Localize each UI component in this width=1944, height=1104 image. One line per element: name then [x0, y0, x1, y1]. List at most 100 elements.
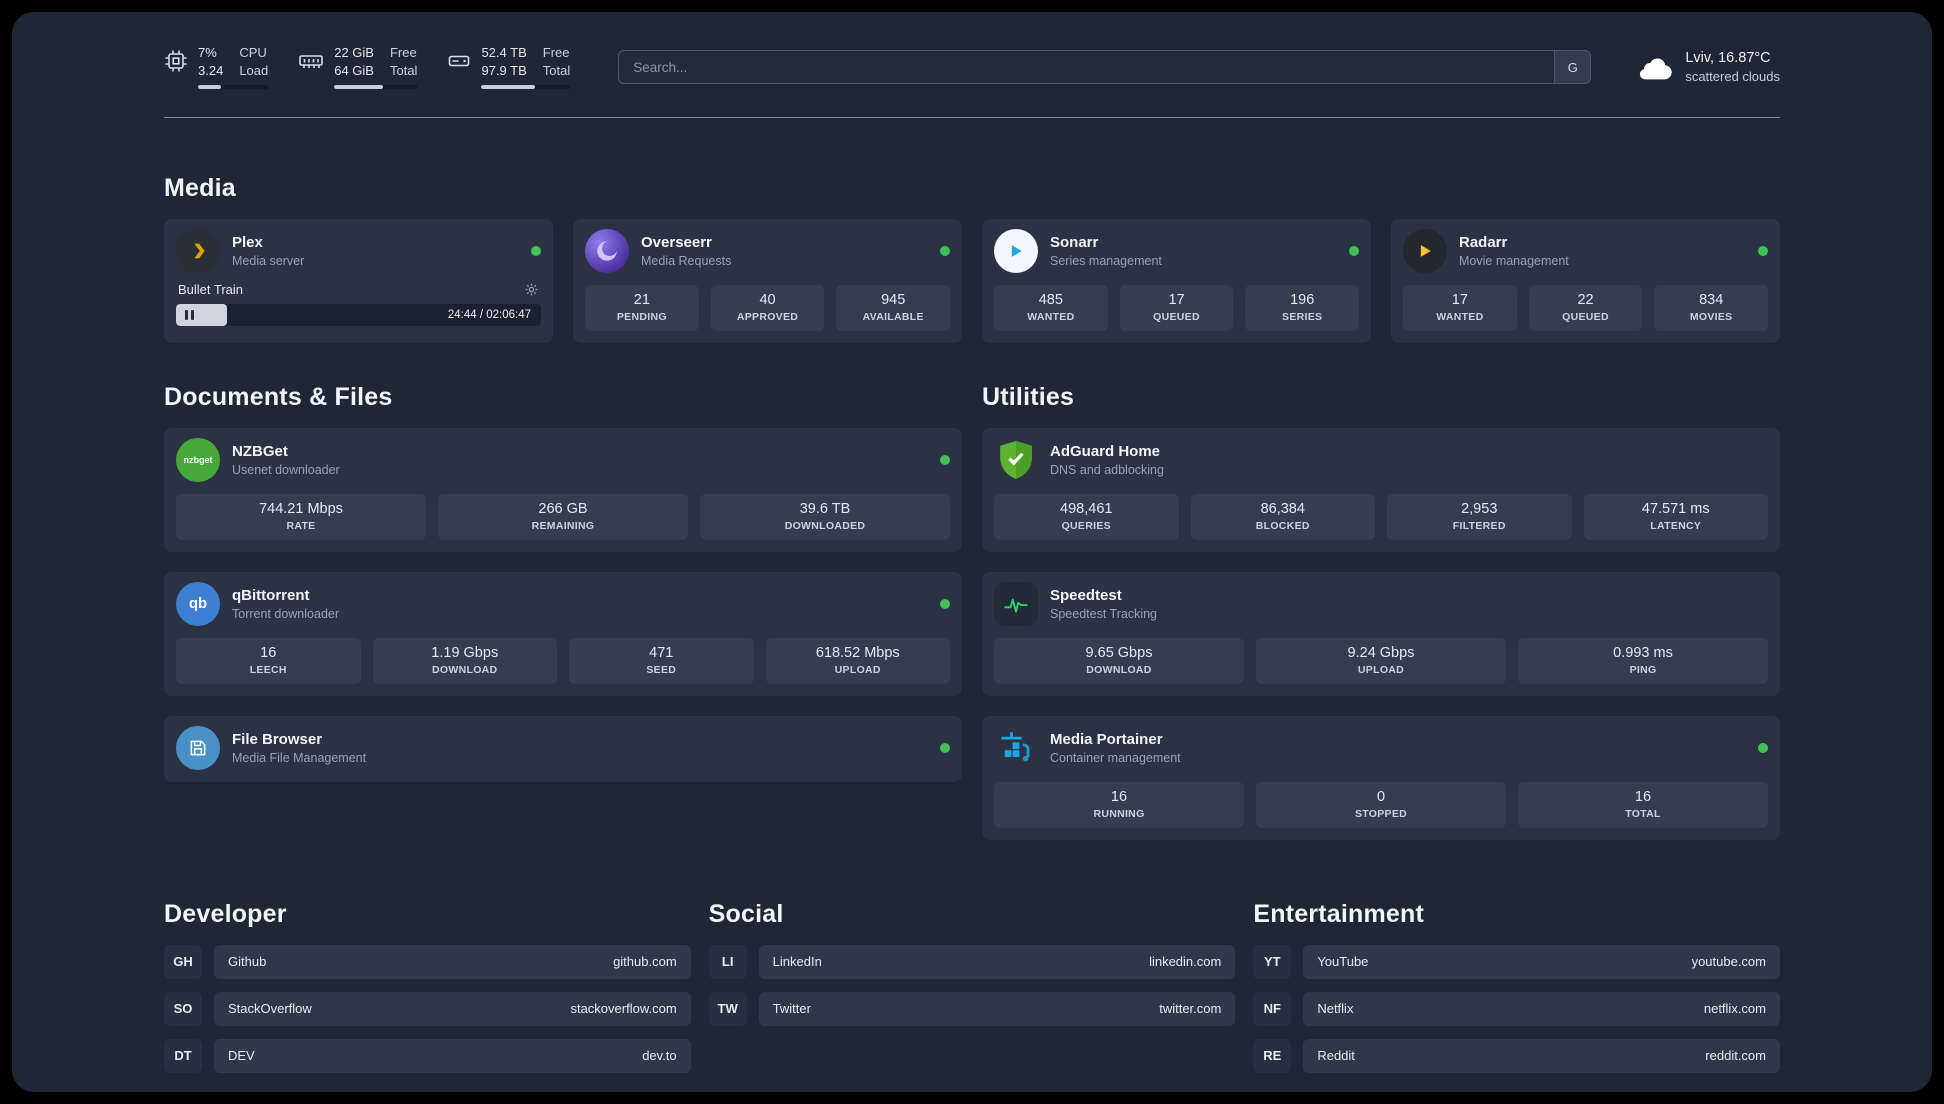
pause-button[interactable] [185, 309, 194, 320]
gear-icon[interactable] [524, 282, 539, 297]
stat-movies: 834 MOVIES [1654, 284, 1769, 331]
stat-queued: 17 QUEUED [1119, 284, 1234, 331]
playback-progress-bar[interactable]: 24:44 / 02:06:47 [176, 303, 541, 326]
stat-download: 1.19 Gbps DOWNLOAD [372, 637, 557, 684]
section-title-entertainment: Entertainment [1253, 899, 1425, 928]
stats-row: 16 RUNNING 0 STOPPED 16 TOTAL [994, 781, 1768, 828]
now-playing-widget: Bullet Train 24:44 / 02:06:47 [176, 280, 541, 326]
app-meta: Media Portainer Container management [1050, 731, 1181, 765]
topbar: 7% 3.24 CPU Load 22 GiB 64 GiB Free Tota… [164, 45, 1780, 89]
app-card-filebrowser[interactable]: File Browser Media File Management [164, 715, 962, 782]
memory-free-value: 22 GiB [334, 45, 374, 60]
disk-total-label: Total [542, 62, 571, 78]
overseerr-icon [585, 228, 629, 273]
link-row-github: GH Github github.com [164, 944, 691, 979]
app-subtitle: Media Requests [641, 253, 732, 268]
app-subtitle: Series management [1050, 253, 1162, 268]
stats-row: 21 PENDING 40 APPROVED 945 AVAILABLE [585, 284, 951, 331]
netflix-link[interactable]: Netflix netflix.com [1303, 991, 1780, 1026]
search-engine-button[interactable]: G [1554, 51, 1591, 84]
status-dot [940, 454, 950, 465]
stat-remaining: 266 GB REMAINING [438, 493, 688, 540]
section-entertainment: Entertainment YT YouTube youtube.com NF … [1253, 900, 1780, 1086]
app-card-overseerr[interactable]: Overseerr Media Requests 21 PENDING 40 A… [573, 218, 962, 343]
youtube-badge[interactable]: YT [1253, 944, 1292, 979]
app-name: Radarr [1459, 233, 1508, 251]
app-subtitle: Media File Management [232, 750, 367, 765]
github-link[interactable]: Github github.com [214, 944, 691, 979]
stat-total: 16 TOTAL [1518, 781, 1768, 828]
app-name: Overseerr [641, 233, 712, 251]
stackoverflow-link[interactable]: StackOverflow stackoverflow.com [214, 991, 691, 1026]
system-resources: 7% 3.24 CPU Load 22 GiB 64 GiB Free Tota… [164, 45, 571, 89]
memory-total-label: Total [389, 62, 418, 78]
netflix-badge[interactable]: NF [1253, 991, 1292, 1026]
stat-blocked: 86,384 BLOCKED [1190, 493, 1375, 540]
app-subtitle: Torrent downloader [232, 606, 340, 621]
app-card-sonarr[interactable]: Sonarr Series management 485 WANTED 17 Q… [982, 218, 1371, 343]
twitter-badge[interactable]: TW [708, 991, 747, 1026]
app-subtitle: Speedtest Tracking [1050, 606, 1158, 621]
stat-queued: 22 QUEUED [1528, 284, 1643, 331]
github-badge[interactable]: GH [164, 944, 202, 979]
stat-wanted: 17 WANTED [1403, 284, 1517, 331]
radarr-icon [1403, 228, 1447, 273]
section-documents: Documents & Files nzbget NZBGet Usenet d… [164, 383, 962, 840]
sonarr-icon [994, 228, 1038, 273]
app-card-nzbget[interactable]: nzbget NZBGet Usenet downloader 744.21 M… [164, 427, 962, 552]
cpu-icon [164, 49, 188, 73]
playback-time: 24:44 / 02:06:47 [447, 308, 531, 321]
disk-free-label: Free [542, 45, 570, 60]
stackoverflow-badge[interactable]: SO [164, 991, 202, 1026]
app-meta: Sonarr Series management [1050, 234, 1162, 268]
stat-ping: 0.993 ms PING [1518, 637, 1768, 684]
linkedin-link[interactable]: LinkedIn linkedin.com [758, 944, 1236, 979]
nzbget-icon: nzbget [176, 437, 220, 482]
section-title-media: Media [164, 173, 236, 202]
dashboard-panel: 7% 3.24 CPU Load 22 GiB 64 GiB Free Tota… [12, 12, 1932, 1092]
memory-progress-bar [334, 84, 418, 89]
app-subtitle: Usenet downloader [232, 462, 340, 477]
twitter-link[interactable]: Twitter twitter.com [758, 991, 1236, 1026]
bookmark-sections: Developer GH Github github.com SO StackO… [164, 900, 1780, 1086]
stat-queries: 498,461 QUERIES [994, 493, 1179, 540]
linkedin-badge[interactable]: LI [708, 944, 747, 979]
stat-wanted: 485 WANTED [994, 284, 1108, 331]
section-social: Social LI LinkedIn linkedin.com TW Twitt… [708, 900, 1236, 1086]
stat-pending: 21 PENDING [585, 284, 699, 331]
status-dot [1349, 245, 1359, 256]
link-row-twitter: TW Twitter twitter.com [708, 991, 1236, 1026]
app-name: File Browser [232, 730, 323, 748]
app-card-qbittorrent[interactable]: qb qBittorrent Torrent downloader 16 LEE… [164, 571, 962, 696]
dev-link[interactable]: DEV dev.to [214, 1038, 691, 1073]
status-dot [1758, 245, 1768, 256]
app-meta: AdGuard Home DNS and adblocking [1050, 443, 1164, 477]
app-card-plex[interactable]: Plex Media server Bullet Train 24:44 / 0… [164, 218, 553, 343]
section-title-documents: Documents & Files [164, 382, 393, 411]
app-name: NZBGet [232, 442, 288, 460]
app-card-portainer[interactable]: Media Portainer Container management 16 … [982, 715, 1780, 840]
section-title-developer: Developer [164, 899, 287, 928]
stat-series: 196 SERIES [1245, 284, 1360, 331]
app-card-radarr[interactable]: Radarr Movie management 17 WANTED 22 QUE… [1391, 218, 1780, 343]
reddit-link[interactable]: Reddit reddit.com [1303, 1038, 1780, 1073]
cpu-load-label: Load [239, 62, 269, 78]
app-name: qBittorrent [232, 586, 310, 604]
dev-badge[interactable]: DT [164, 1038, 202, 1073]
cpu-progress-bar [198, 84, 269, 89]
status-dot [940, 245, 950, 256]
status-dot [531, 245, 541, 256]
app-meta: File Browser Media File Management [232, 731, 366, 765]
status-dot [1758, 742, 1768, 753]
app-meta: Speedtest Speedtest Tracking [1050, 587, 1157, 621]
app-subtitle: Movie management [1459, 253, 1569, 268]
search-input[interactable] [619, 59, 1555, 75]
youtube-link[interactable]: YouTube youtube.com [1303, 944, 1780, 979]
app-subtitle: DNS and adblocking [1050, 462, 1164, 477]
stat-available: 945 AVAILABLE [836, 284, 951, 331]
stat-filtered: 2,953 FILTERED [1387, 493, 1572, 540]
stat-leech: 16 LEECH [176, 637, 361, 684]
reddit-badge[interactable]: RE [1253, 1038, 1292, 1073]
app-card-speedtest[interactable]: Speedtest Speedtest Tracking 9.65 Gbps D… [982, 571, 1780, 696]
app-card-adguard[interactable]: AdGuard Home DNS and adblocking 498,461 … [982, 427, 1780, 552]
